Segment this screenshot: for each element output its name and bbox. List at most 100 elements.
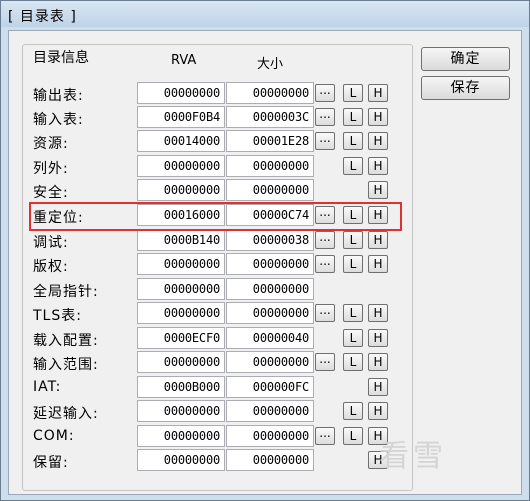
directory-row: 版权: 00000000 00000000... L H: [9, 253, 409, 276]
rva-field[interactable]: 00000000: [137, 449, 225, 471]
h-button[interactable]: H: [368, 255, 388, 273]
details-button[interactable]: ...: [315, 304, 335, 322]
column-header-rva: RVA: [171, 53, 197, 68]
row-label: TLS表:: [33, 308, 82, 324]
rva-field[interactable]: 0000ECF0: [137, 327, 225, 349]
row-label: 输入范围:: [33, 357, 99, 373]
directory-row: 输出表: 00000000 00000000... L H: [9, 82, 409, 105]
size-field[interactable]: 0000003C: [226, 106, 314, 128]
h-button[interactable]: H: [368, 304, 388, 322]
row-label: COM:: [33, 428, 75, 444]
directory-table-window: [ 目录表 ] 目录信息 RVA 大小 输出表: 00000000 00000000…: [0, 0, 530, 501]
size-field[interactable]: 00000000: [226, 302, 314, 324]
l-button[interactable]: L: [343, 108, 363, 126]
row-label: IAT:: [33, 379, 62, 395]
save-button[interactable]: 保存: [421, 76, 510, 100]
directory-row: 输入范围: 00000000 00000000... L H: [9, 351, 409, 374]
details-button[interactable]: ...: [315, 108, 335, 126]
l-button[interactable]: L: [343, 329, 363, 347]
rva-field[interactable]: 0000F0B4: [137, 106, 225, 128]
directory-row: 列外: 00000000 00000000 L H: [9, 155, 409, 178]
rva-field[interactable]: 00000000: [137, 82, 225, 104]
h-button[interactable]: H: [368, 108, 388, 126]
rva-field[interactable]: 00000000: [137, 278, 225, 300]
directory-row: IAT: 0000B000 000000FC H: [9, 376, 409, 399]
directory-row: 延迟输入: 00000000 00000000 L H: [9, 400, 409, 423]
l-button[interactable]: L: [343, 427, 363, 445]
watermark: 看雪: [379, 439, 447, 474]
details-button[interactable]: ...: [315, 132, 335, 150]
size-field[interactable]: 00000000: [226, 278, 314, 300]
l-button[interactable]: L: [343, 353, 363, 371]
h-button[interactable]: H: [368, 378, 388, 396]
rva-field[interactable]: 0000B000: [137, 376, 225, 398]
rva-field[interactable]: 00000000: [137, 400, 225, 422]
size-field[interactable]: 00000000: [226, 253, 314, 275]
h-button[interactable]: H: [368, 329, 388, 347]
h-button[interactable]: H: [368, 132, 388, 150]
row-label: 调试:: [33, 235, 69, 251]
rva-field[interactable]: 0000B140: [137, 229, 225, 251]
size-field[interactable]: 00000000: [226, 425, 314, 447]
row-label: 保留:: [33, 455, 69, 471]
h-button[interactable]: H: [368, 157, 388, 175]
h-button[interactable]: H: [368, 402, 388, 420]
directory-row: 资源: 00014000 00001E28... L H: [9, 130, 409, 153]
details-button[interactable]: ...: [315, 255, 335, 273]
details-button[interactable]: ...: [315, 84, 335, 102]
size-field[interactable]: 00000000: [226, 82, 314, 104]
size-field[interactable]: 00000000: [226, 155, 314, 177]
size-field[interactable]: 00001E28: [226, 130, 314, 152]
h-button[interactable]: H: [368, 231, 388, 249]
row-label: 输入表:: [33, 112, 84, 128]
rva-field[interactable]: 00000000: [137, 253, 225, 275]
directory-row: TLS表: 00000000 00000000... L H: [9, 302, 409, 325]
directory-row: 全局指针: 00000000 00000000: [9, 278, 409, 301]
h-button[interactable]: H: [368, 84, 388, 102]
row-label: 安全:: [33, 185, 69, 201]
l-button[interactable]: L: [343, 132, 363, 150]
size-field[interactable]: 00000000: [226, 400, 314, 422]
size-field[interactable]: 00000000: [226, 351, 314, 373]
details-button[interactable]: ...: [315, 231, 335, 249]
row-label: 版权:: [33, 259, 69, 275]
dialog-client-area: 目录信息 RVA 大小 输出表: 00000000 00000000... L H 输入表…: [8, 30, 522, 495]
row-label: 延迟输入:: [33, 406, 99, 422]
size-field[interactable]: 00000000: [226, 449, 314, 471]
details-button[interactable]: ...: [315, 353, 335, 371]
l-button[interactable]: L: [343, 231, 363, 249]
rva-field[interactable]: 00014000: [137, 130, 225, 152]
ok-button[interactable]: 确定: [421, 47, 510, 71]
directory-row: COM: 00000000 00000000... L H: [9, 425, 409, 448]
h-button[interactable]: H: [368, 353, 388, 371]
size-field[interactable]: 00000040: [226, 327, 314, 349]
l-button[interactable]: L: [343, 255, 363, 273]
directory-row: 安全: 00000000 00000000 H: [9, 179, 409, 202]
details-button[interactable]: ...: [315, 427, 335, 445]
title-bar[interactable]: [ 目录表 ]: [1, 1, 529, 27]
directory-row: 输入表: 0000F0B4 0000003C... L H: [9, 106, 409, 129]
h-button[interactable]: H: [368, 181, 388, 199]
rva-field[interactable]: 00000000: [137, 425, 225, 447]
row-label: 全局指针:: [33, 284, 99, 300]
l-button[interactable]: L: [343, 402, 363, 420]
rva-field[interactable]: 00000000: [137, 351, 225, 373]
group-title: 目录信息: [31, 47, 91, 67]
l-button[interactable]: L: [343, 157, 363, 175]
highlight-box: [29, 202, 402, 231]
size-field[interactable]: 000000FC: [226, 376, 314, 398]
size-field[interactable]: 00000038: [226, 229, 314, 251]
size-field[interactable]: 00000000: [226, 179, 314, 201]
column-header-size: 大小: [257, 57, 284, 72]
directory-row: 保留: 00000000 00000000 H: [9, 449, 409, 472]
l-button[interactable]: L: [343, 84, 363, 102]
directory-row: 调试: 0000B140 00000038... L H: [9, 229, 409, 252]
directory-row: 载入配置: 0000ECF0 00000040 L H: [9, 327, 409, 350]
row-label: 载入配置:: [33, 333, 99, 349]
rva-field[interactable]: 00000000: [137, 302, 225, 324]
row-label: 列外:: [33, 161, 69, 177]
l-button[interactable]: L: [343, 304, 363, 322]
row-label: 输出表:: [33, 88, 84, 104]
rva-field[interactable]: 00000000: [137, 179, 225, 201]
rva-field[interactable]: 00000000: [137, 155, 225, 177]
